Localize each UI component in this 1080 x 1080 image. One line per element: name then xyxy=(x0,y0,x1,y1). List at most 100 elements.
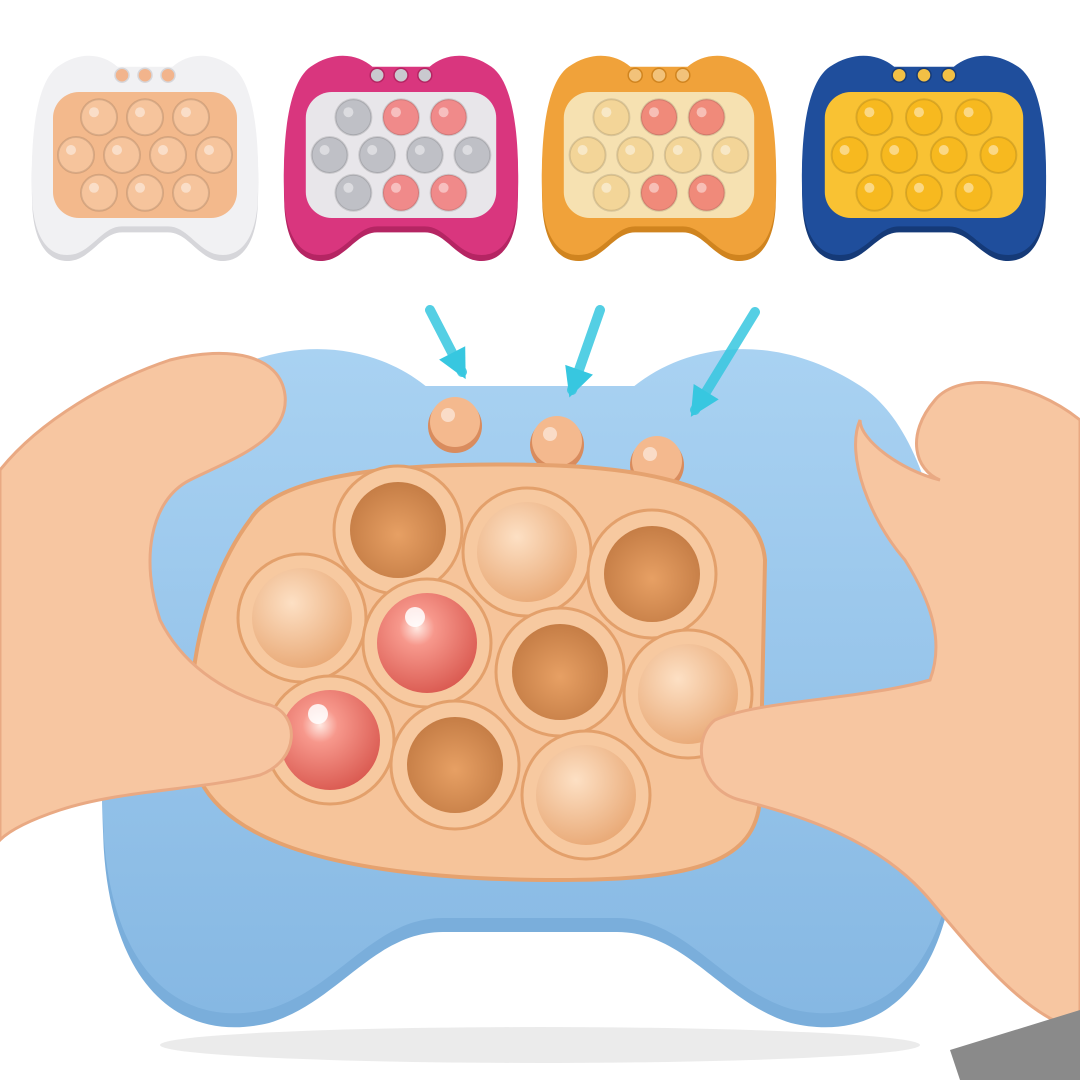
raised-bubble xyxy=(520,729,652,861)
raised-bubble xyxy=(461,486,593,618)
variant-button xyxy=(369,67,385,83)
variant-bubble xyxy=(429,98,468,137)
variant-bubble xyxy=(905,98,943,137)
variant-bubble-highlight xyxy=(672,145,683,155)
variant-bubble-highlight xyxy=(204,145,214,155)
pressed-bubble xyxy=(494,606,626,738)
variant-bubble-highlight xyxy=(601,182,612,193)
variant-bubble-highlight xyxy=(649,182,659,193)
variant-bubble xyxy=(334,98,373,137)
variant-bubble xyxy=(80,173,118,212)
variant-bubble-highlight xyxy=(462,145,473,155)
variant-bubble xyxy=(358,136,397,174)
variant-bubble xyxy=(382,173,420,212)
start-button xyxy=(532,416,582,466)
variant-bubble-highlight xyxy=(319,145,330,155)
variant-bubble xyxy=(663,136,702,174)
variant-bubble-highlight xyxy=(696,182,707,193)
mode-button xyxy=(430,397,480,447)
sleeve xyxy=(950,1010,1080,1080)
variant-bubble-highlight xyxy=(601,107,612,118)
variant-orange-device xyxy=(541,55,777,261)
variant-bubble xyxy=(172,98,210,137)
bubble-dome xyxy=(536,745,636,845)
bubble-hole xyxy=(350,482,446,578)
variant-white-device xyxy=(31,55,259,261)
variant-bubble xyxy=(954,173,993,212)
variant-bubble-highlight xyxy=(720,145,731,155)
bubble-dome xyxy=(477,502,577,602)
variant-bubble xyxy=(592,98,631,137)
variant-button xyxy=(916,67,932,83)
bubble-dome xyxy=(280,690,380,790)
variant-button xyxy=(393,67,409,83)
lit-bubble xyxy=(361,577,493,709)
variant-button xyxy=(417,67,433,83)
variant-button xyxy=(651,67,667,83)
variant-bubble-highlight xyxy=(963,107,974,118)
bubble-light xyxy=(405,607,425,627)
variant-bubble-highlight xyxy=(914,107,924,118)
variant-bubble xyxy=(568,136,607,174)
pressed-bubble xyxy=(332,464,464,596)
variant-bubble-highlight xyxy=(864,107,875,118)
color-variants xyxy=(31,55,1047,261)
variant-bubble-highlight xyxy=(181,182,191,193)
variant-bubble-highlight xyxy=(343,107,354,118)
variant-bubble xyxy=(429,173,468,212)
variant-bubble-highlight xyxy=(438,107,449,118)
variant-button xyxy=(891,67,907,83)
variant-bubble-highlight xyxy=(696,107,707,118)
variant-bubble xyxy=(880,136,919,174)
variant-bubble xyxy=(334,173,373,212)
variant-button xyxy=(627,67,643,83)
bubble-hole xyxy=(512,624,608,720)
pressed-bubble xyxy=(389,699,521,831)
variant-bubble-highlight xyxy=(391,107,401,118)
pop-it-game-console-illustration xyxy=(0,55,1080,1080)
variant-bubble xyxy=(640,173,678,212)
bubble-dome xyxy=(377,593,477,693)
variant-bubble-highlight xyxy=(343,182,354,193)
raised-bubble xyxy=(236,552,368,684)
variant-bubble-highlight xyxy=(649,107,659,118)
variant-button xyxy=(675,67,691,83)
variant-bubble-highlight xyxy=(839,145,850,155)
variant-bubble xyxy=(855,98,894,137)
device-button-highlight xyxy=(441,408,455,422)
variant-bubble-highlight xyxy=(889,145,900,155)
variant-bubble-highlight xyxy=(158,145,168,155)
device-floor-shadow xyxy=(160,1027,920,1063)
bubble-hole xyxy=(604,526,700,622)
variant-bubble-highlight xyxy=(938,145,949,155)
product-image xyxy=(0,0,1080,1080)
variant-bubble xyxy=(453,136,492,174)
variant-bubble xyxy=(310,136,349,174)
variant-bubble xyxy=(616,136,655,174)
variant-bubble xyxy=(929,136,968,174)
variant-button xyxy=(137,67,153,83)
variant-bubble-highlight xyxy=(577,145,588,155)
variant-bubble xyxy=(830,136,869,174)
variant-bubble xyxy=(57,136,95,174)
variant-bubble xyxy=(687,173,726,212)
variant-bubble xyxy=(103,136,141,174)
variant-bubble-highlight xyxy=(963,182,974,193)
device-button-highlight xyxy=(543,427,557,441)
variant-button xyxy=(941,67,957,83)
variant-bubble xyxy=(149,136,187,174)
variant-bubble xyxy=(382,98,420,137)
variant-bubble-highlight xyxy=(135,182,145,193)
variant-bubble xyxy=(979,136,1018,174)
variant-button xyxy=(160,67,176,83)
variant-bubble-highlight xyxy=(367,145,378,155)
variant-bubble-highlight xyxy=(89,107,99,118)
variant-bubble xyxy=(405,136,444,174)
variant-bubble xyxy=(954,98,993,137)
variant-blue-device xyxy=(801,55,1047,261)
bubble-hole xyxy=(407,717,503,813)
variant-bubble xyxy=(640,98,678,137)
variant-bubble xyxy=(855,173,894,212)
variant-bubble xyxy=(195,136,233,174)
variant-bubble-highlight xyxy=(112,145,122,155)
